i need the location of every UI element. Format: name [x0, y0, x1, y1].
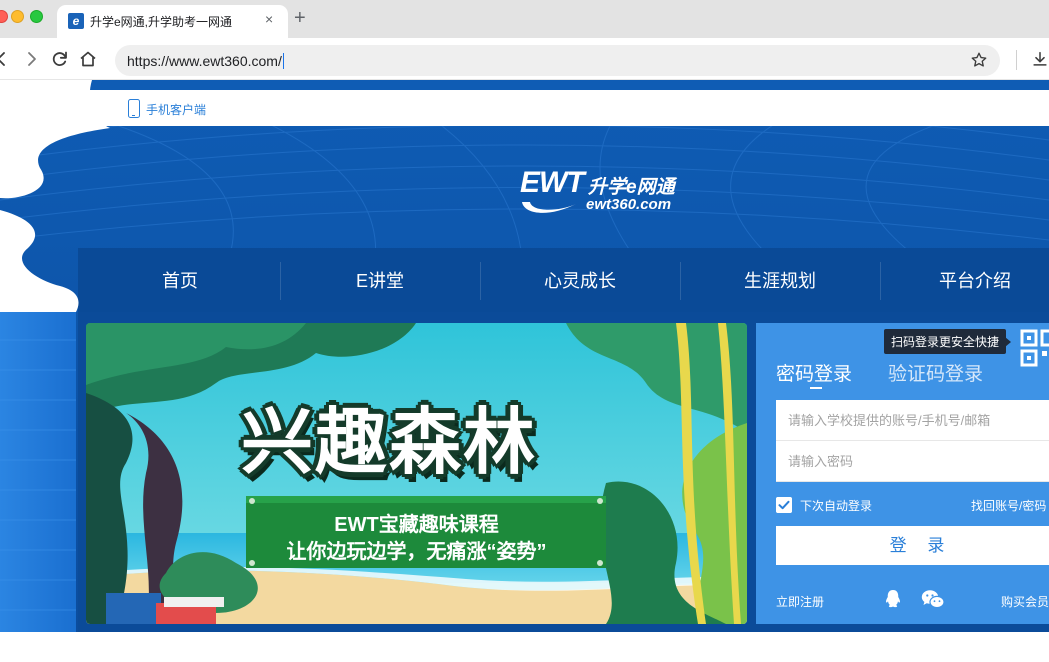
nav-item-e-lecture[interactable]: E讲堂 — [280, 250, 480, 312]
buy-membership-link[interactable]: 购买会员 — [1001, 593, 1049, 610]
browser-toolbar: https://www.ewt360.com/ — [0, 38, 1049, 80]
browser-tab-bar: e 升学e网通,升学助考一网通 × + — [0, 0, 1049, 38]
tab-title: 升学e网通,升学助考一网通 — [90, 15, 233, 29]
nav-item-mental-growth[interactable]: 心灵成长 — [480, 250, 680, 312]
logo-mark: EWT — [520, 166, 585, 199]
zoom-window-button[interactable] — [30, 10, 43, 23]
nav-item-career-planning[interactable]: 生涯规划 — [680, 250, 880, 312]
login-button[interactable]: 登 录 — [776, 526, 1049, 565]
tab-password-login[interactable]: 密码登录 — [776, 359, 852, 386]
qr-login-tooltip: 扫码登录更安全快捷 — [884, 329, 1012, 354]
nav-item-platform-intro[interactable]: 平台介绍 — [875, 250, 1049, 312]
site-logo[interactable]: EWT 升学e网通 ewt360.com — [518, 160, 688, 220]
qq-icon[interactable] — [884, 589, 902, 609]
close-window-button[interactable] — [0, 10, 8, 23]
account-field[interactable] — [776, 400, 1049, 441]
minimize-window-button[interactable] — [11, 10, 24, 23]
login-panel: 扫码登录更安全快捷 密码登录 验证码登录 请输入学校提供的账号/手机号/邮箱 下… — [756, 323, 1049, 624]
tab-close-button[interactable]: × — [265, 11, 273, 27]
forward-arrow-icon[interactable] — [21, 49, 41, 69]
nav-item-home[interactable]: 首页 — [80, 250, 280, 312]
promo-banner[interactable]: 兴趣森林 EWT宝藏趣味课程 让你边玩边学，无痛涨“姿势” — [86, 323, 747, 624]
url-text[interactable]: https://www.ewt360.com/ — [127, 53, 284, 69]
download-icon[interactable] — [1031, 50, 1049, 68]
password-input[interactable] — [776, 441, 1049, 481]
banner-title: 兴趣森林 — [241, 403, 538, 483]
browser-tab[interactable]: e 升学e网通,升学助考一网通 × — [57, 5, 288, 38]
account-input[interactable] — [776, 400, 1049, 440]
mobile-phone-icon — [128, 99, 140, 118]
wechat-icon[interactable] — [921, 589, 945, 609]
back-arrow-icon[interactable] — [0, 49, 12, 69]
toolbar-divider — [1016, 50, 1017, 70]
new-tab-button[interactable]: + — [294, 8, 306, 28]
qr-code-icon[interactable] — [1020, 329, 1049, 369]
reload-icon[interactable] — [50, 49, 70, 69]
logo-domain: ewt360.com — [586, 196, 672, 213]
home-icon[interactable] — [78, 49, 98, 69]
forgot-account-link[interactable]: 找回账号/密码 — [971, 497, 1046, 514]
logo-name: 升学e网通 — [588, 177, 675, 198]
main-navigation: 首页 E讲堂 心灵成长 生涯规划 平台介绍 — [80, 250, 1049, 312]
banner-subtitle-line2: 让你边玩边学，无痛涨“姿势” — [286, 541, 547, 563]
address-bar[interactable]: https://www.ewt360.com/ — [115, 45, 1000, 76]
active-tab-indicator — [810, 387, 822, 389]
password-field[interactable] — [776, 441, 1049, 482]
banner-subtitle-line1: EWT宝藏趣味课程 — [334, 514, 499, 536]
favicon-icon: e — [68, 13, 84, 29]
web-page: 手机客户端 EWT 升学e网通 ewt360.com 首页 E讲堂 心灵成长 生… — [0, 80, 1049, 662]
remember-checkbox[interactable] — [776, 497, 792, 513]
remember-label: 下次自动登录 — [800, 499, 873, 513]
bookmark-star-icon[interactable] — [970, 51, 988, 69]
register-link[interactable]: 立即注册 — [776, 593, 824, 610]
top-utility-bar: 手机客户端 — [86, 90, 1049, 126]
tab-code-login[interactable]: 验证码登录 — [888, 359, 983, 386]
mobile-client-link[interactable]: 手机客户端 — [146, 101, 206, 118]
